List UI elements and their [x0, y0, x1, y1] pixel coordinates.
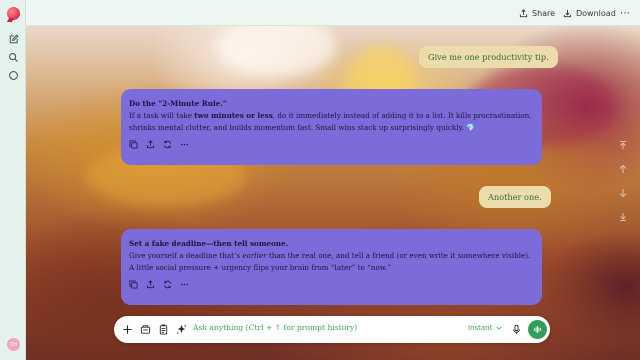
- clipboard-icon[interactable]: [157, 323, 169, 335]
- share-icon: [519, 8, 528, 17]
- user-message: Give me one productivity tip.: [419, 46, 558, 68]
- mode-selector[interactable]: Instant: [468, 324, 502, 332]
- message-actions: [129, 140, 189, 149]
- left-sidebar: TH: [0, 0, 26, 360]
- assistant-message-paragraph: Give yourself a deadline that’s earlier …: [129, 251, 531, 260]
- voice-mode-button[interactable]: [528, 320, 547, 339]
- chevron-down-icon: [496, 326, 502, 330]
- assistant-message-paragraph: A little social pressure + urgency flips…: [129, 263, 392, 272]
- message-composer: Ask anything (Ctrl + ↑ for prompt histor…: [114, 316, 550, 343]
- share-icon[interactable]: [146, 140, 155, 149]
- more-options-button[interactable]: ⋯: [620, 6, 630, 20]
- assistant-message-title: Set a fake deadline—then tell someone.: [129, 239, 289, 248]
- arrow-down-icon: [619, 189, 627, 198]
- download-button[interactable]: Download: [563, 6, 616, 20]
- more-icon[interactable]: [180, 140, 189, 149]
- copy-icon[interactable]: [129, 280, 138, 289]
- assistant-message-paragraph: shrinks mental clutter, and builds momen…: [129, 123, 476, 132]
- plus-icon[interactable]: [121, 323, 133, 335]
- top-bar: Share Download ⋯: [26, 0, 640, 26]
- scroll-to-bottom-button[interactable]: [616, 210, 630, 224]
- more-icon[interactable]: [180, 280, 189, 289]
- share-button[interactable]: Share: [519, 6, 555, 20]
- chevron-up-to-top-icon: [620, 140, 626, 149]
- regenerate-icon[interactable]: [163, 280, 172, 289]
- mode-label: Instant: [468, 324, 493, 332]
- sparkle-icon[interactable]: [175, 323, 187, 335]
- chat-bubble-icon[interactable]: [7, 69, 19, 81]
- waveform-icon: [533, 325, 542, 334]
- search-icon[interactable]: [7, 51, 19, 63]
- assistant-message-title: Do the “2-Minute Rule.”: [129, 99, 227, 108]
- assistant-message: Do the “2-Minute Rule.” If a task will t…: [121, 89, 542, 165]
- prompt-input[interactable]: Ask anything (Ctrl + ↑ for prompt histor…: [193, 323, 357, 332]
- download-label: Download: [576, 8, 616, 18]
- message-actions: [129, 280, 189, 289]
- user-message: Another one.: [479, 186, 551, 208]
- scroll-to-top-button[interactable]: [616, 138, 630, 152]
- assistant-message: Set a fake deadline—then tell someone. G…: [121, 229, 542, 305]
- attachment-icon[interactable]: [139, 323, 151, 335]
- download-icon: [563, 9, 572, 17]
- arrow-up-icon: [619, 164, 627, 173]
- scroll-up-button[interactable]: [616, 162, 630, 176]
- share-icon[interactable]: [146, 280, 155, 289]
- assistant-message-paragraph: If a task will take two minutes or less,…: [129, 111, 532, 120]
- copy-icon[interactable]: [129, 140, 138, 149]
- share-label: Share: [532, 8, 556, 18]
- app-logo-icon[interactable]: [7, 7, 20, 20]
- user-avatar[interactable]: TH: [7, 338, 20, 351]
- microphone-icon[interactable]: [510, 323, 522, 335]
- new-chat-icon[interactable]: [7, 33, 19, 45]
- regenerate-icon[interactable]: [163, 140, 172, 149]
- chevron-down-to-bottom-icon: [620, 213, 626, 222]
- scroll-down-button[interactable]: [616, 186, 630, 200]
